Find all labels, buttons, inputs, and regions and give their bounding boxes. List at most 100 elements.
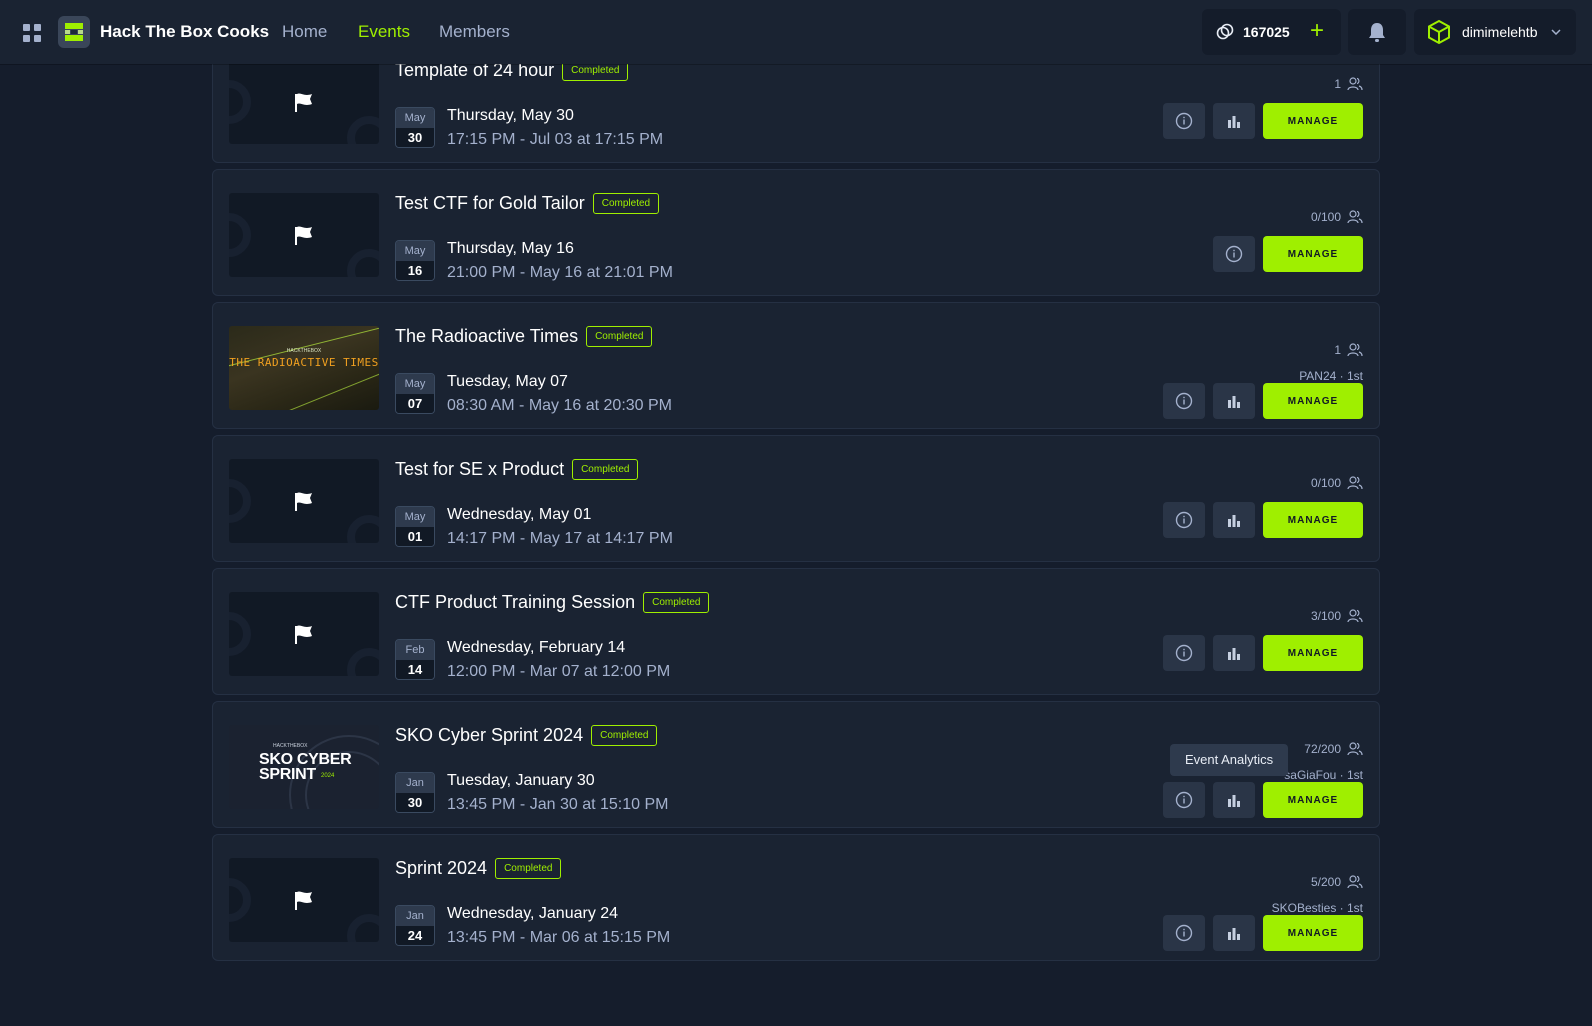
event-actions: MANAGE	[1163, 383, 1363, 419]
event-info-button[interactable]	[1163, 103, 1205, 139]
event-day: Wednesday, January 24	[447, 905, 619, 922]
analytics-icon	[1228, 648, 1240, 660]
manage-button[interactable]: MANAGE	[1263, 383, 1363, 419]
participants-value: 0/100	[1310, 476, 1341, 490]
participants-count: 1	[1334, 77, 1363, 91]
event-card[interactable]: Test for SE x Product Completed May 01 Wedne…	[212, 435, 1380, 562]
event-title[interactable]: Test for SE x Product	[395, 459, 564, 480]
analytics-icon	[1228, 515, 1240, 527]
date-month: Jan	[396, 773, 434, 793]
event-actions: MANAGE	[1163, 103, 1363, 139]
status-badge: Completed	[643, 592, 710, 613]
event-time-range: 17:15 PM - Jul 03 at 17:15 PM	[447, 131, 664, 148]
manage-button[interactable]: MANAGE	[1263, 236, 1363, 272]
date-calendar-badge: Jan 30	[395, 772, 435, 813]
team-logo[interactable]	[58, 16, 90, 48]
event-info-button[interactable]	[1213, 236, 1255, 272]
date-day-number: 24	[396, 926, 434, 945]
participants-value: 3/100	[1310, 609, 1341, 623]
event-thumbnail[interactable]: HACKTHEBOX SKO CYBER SPRINT 2024	[229, 725, 379, 809]
participants-icon	[1347, 875, 1363, 889]
bell-icon	[1369, 23, 1385, 42]
participants-value: 5/200	[1310, 875, 1341, 889]
manage-button[interactable]: MANAGE	[1263, 915, 1363, 951]
event-title[interactable]: Sprint 2024	[395, 858, 487, 879]
info-icon	[1175, 924, 1193, 942]
manage-button[interactable]: MANAGE	[1263, 502, 1363, 538]
points-value: 167025	[1243, 24, 1290, 40]
manage-button[interactable]: MANAGE	[1263, 103, 1363, 139]
user-menu[interactable]: dimimelehtb	[1414, 9, 1576, 55]
info-icon	[1175, 392, 1193, 410]
participants-count: 0/100	[1311, 476, 1363, 490]
info-icon	[1225, 245, 1243, 263]
event-time-range: 13:45 PM - Jan 30 at 15:10 PM	[447, 796, 669, 813]
event-title[interactable]: The Radioactive Times	[395, 326, 578, 347]
thumbnail-brand: HACKTHEBOX	[286, 348, 322, 354]
nav-events-link[interactable]: Events	[358, 0, 410, 64]
event-time-range: 21:00 PM - May 16 at 21:01 PM	[447, 264, 673, 281]
date-calendar-badge: Feb 14	[395, 639, 435, 680]
manage-button[interactable]: MANAGE	[1263, 635, 1363, 671]
date-day-number: 16	[396, 261, 434, 280]
info-icon	[1175, 791, 1193, 809]
event-card[interactable]: Test CTF for Gold Tailor Completed May 16 Th…	[212, 169, 1380, 296]
event-thumbnail[interactable]: HACKTHEBOX THE RADIOACTIVE TIMES	[229, 326, 379, 410]
flag-icon	[295, 625, 312, 644]
manage-button[interactable]: MANAGE	[1263, 782, 1363, 818]
top-team-rank: PAN24 · 1st	[1299, 369, 1363, 383]
event-card[interactable]: Sprint 2024 Completed Jan 24 Wednesday, Janu…	[212, 834, 1380, 961]
participants-count: 72/200	[1304, 742, 1363, 756]
event-thumbnail[interactable]	[229, 592, 379, 676]
event-thumbnail[interactable]	[229, 459, 379, 543]
event-analytics-button[interactable]	[1213, 103, 1255, 139]
event-title-row: CTF Product Training Session Completed	[395, 592, 710, 613]
event-card[interactable]: CTF Product Training Session Completed Feb…	[212, 568, 1380, 695]
event-title[interactable]: Test CTF for Gold Tailor	[395, 193, 585, 214]
event-info-button[interactable]	[1163, 383, 1205, 419]
date-month: May	[396, 374, 434, 394]
event-analytics-tooltip: Event Analytics	[1170, 744, 1289, 776]
participants-icon	[1347, 609, 1363, 623]
nav-members-link[interactable]: Members	[439, 0, 510, 64]
add-button[interactable]: +	[1301, 9, 1333, 55]
date-calendar-badge: Jan 24	[395, 905, 435, 946]
event-day: Tuesday, January 30	[447, 772, 595, 789]
event-title-row: Test CTF for Gold Tailor Completed	[395, 193, 660, 214]
event-title[interactable]: SKO Cyber Sprint 2024	[395, 725, 583, 746]
date-month: May	[396, 108, 434, 128]
event-analytics-button[interactable]	[1213, 782, 1255, 818]
event-info-button[interactable]	[1163, 915, 1205, 951]
thumbnail-year: 2024	[321, 773, 335, 779]
event-thumbnail[interactable]	[229, 858, 379, 942]
event-thumbnail[interactable]	[229, 60, 379, 144]
event-day: Wednesday, May 01	[447, 506, 592, 523]
event-actions: MANAGE	[1163, 915, 1363, 951]
participants-icon	[1347, 77, 1363, 91]
event-info-button[interactable]	[1163, 635, 1205, 671]
event-analytics-button[interactable]	[1213, 383, 1255, 419]
notifications-button[interactable]	[1348, 9, 1406, 55]
event-day: Thursday, May 16	[447, 240, 574, 257]
team-name[interactable]: Hack The Box Cooks	[100, 0, 269, 64]
analytics-icon	[1228, 928, 1240, 940]
event-analytics-button[interactable]	[1213, 635, 1255, 671]
event-info-button[interactable]	[1163, 782, 1205, 818]
event-title[interactable]: CTF Product Training Session	[395, 592, 635, 613]
event-thumbnail[interactable]	[229, 193, 379, 277]
event-analytics-button[interactable]	[1213, 502, 1255, 538]
analytics-icon	[1228, 396, 1240, 408]
date-calendar-badge: May 07	[395, 373, 435, 414]
apps-grid-icon[interactable]	[23, 24, 41, 42]
chevron-down-icon	[1551, 29, 1562, 35]
event-analytics-button[interactable]	[1213, 915, 1255, 951]
event-day: Tuesday, May 07	[447, 373, 568, 390]
participants-count: 5/200	[1311, 875, 1363, 889]
info-icon	[1175, 644, 1193, 662]
nav-home-link[interactable]: Home	[282, 0, 327, 64]
event-info-button[interactable]	[1163, 502, 1205, 538]
event-card[interactable]: HACKTHEBOX THE RADIOACTIVE TIMES The Radio…	[212, 302, 1380, 429]
status-badge: Completed	[495, 858, 562, 879]
date-day-number: 30	[396, 793, 434, 812]
analytics-icon	[1228, 116, 1240, 128]
